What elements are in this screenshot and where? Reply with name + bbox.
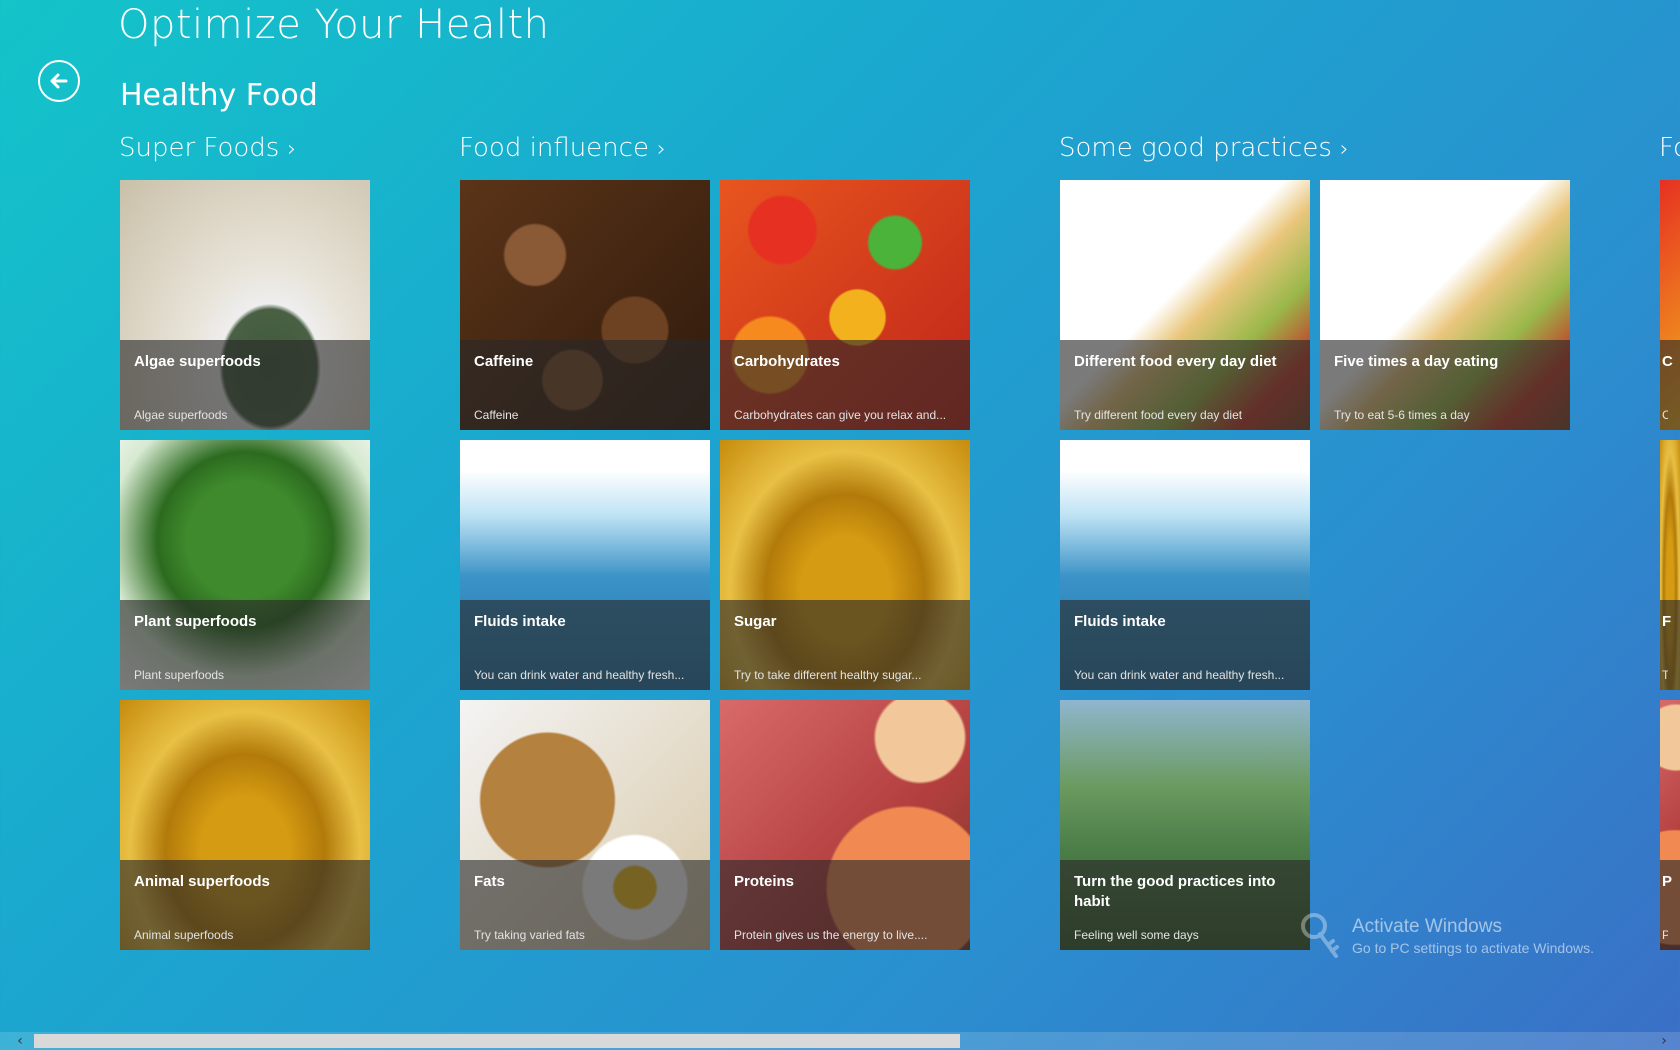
chevron-right-icon: › (656, 137, 666, 162)
tile-subtitle: Try different food every day diet (1074, 408, 1243, 422)
tile-caption: Plant superfoods Plant superfoods (120, 600, 370, 690)
tile-title: F (1662, 613, 1672, 630)
tile-animal-superfoods[interactable]: Animal superfoods Animal superfoods (120, 700, 370, 950)
tile-subtitle: Plant superfoods (134, 668, 225, 682)
tile-caption: Fluids intake You can drink water and he… (460, 600, 710, 690)
tile-next-group-2[interactable]: F T (1660, 440, 1680, 690)
scrollbar-thumb[interactable] (34, 1034, 960, 1048)
tile-title: Plant superfoods (134, 613, 257, 630)
tile-fats[interactable]: Fats Try taking varied fats (460, 700, 710, 950)
tile-subtitle: Protein gives us the energy to live.... (734, 928, 928, 942)
tile-title: Algae superfoods (134, 353, 261, 370)
group-header-cut-off[interactable]: Fo (1659, 133, 1680, 163)
activate-windows-watermark: Activate Windows Go to PC settings to ac… (1352, 916, 1594, 956)
tile-caffeine[interactable]: Caffeine Caffeine (460, 180, 710, 430)
group-header-super-foods[interactable]: Super Foods › (119, 133, 296, 163)
tile-title: Turn the good practices into habit (1074, 873, 1276, 910)
group-header-label: Food influence (459, 133, 649, 163)
tile-caption: Proteins Protein gives us the energy to … (720, 860, 970, 950)
tile-subtitle: Algae superfoods (134, 408, 228, 422)
tile-title: Proteins (734, 873, 795, 890)
tile-next-group-3[interactable]: P P (1660, 700, 1680, 950)
key-icon (1301, 913, 1339, 958)
tile-subtitle: Caffeine (474, 408, 519, 422)
chevron-right-icon: › (1339, 137, 1349, 162)
tile-different-food-diet[interactable]: Different food every day diet Try differ… (1060, 180, 1310, 430)
scroll-left-arrow-icon[interactable]: ‹ (10, 1032, 30, 1050)
tile-title: Carbohydrates (734, 353, 840, 370)
tile-subtitle: Try taking varied fats (474, 928, 585, 942)
tile-plant-superfoods[interactable]: Plant superfoods Plant superfoods (120, 440, 370, 690)
page-title: Healthy Food (120, 78, 318, 113)
tile-subtitle: P (1662, 928, 1668, 942)
tile-subtitle: You can drink water and healthy fresh... (1074, 668, 1285, 682)
tile-subtitle: Feeling well some days (1074, 928, 1199, 942)
watermark-title: Activate Windows (1352, 916, 1502, 937)
tile-caption: Turn the good practices into habit Feeli… (1060, 860, 1310, 950)
tile-caption: F T (1660, 600, 1680, 690)
tile-title: Fluids intake (474, 613, 566, 630)
tile-caption: Fluids intake You can drink water and he… (1060, 600, 1310, 690)
tile-caption: C C (1660, 340, 1680, 430)
tile-caption: Caffeine Caffeine (460, 340, 710, 430)
tile-subtitle: C (1662, 408, 1668, 422)
horizontal-scrollbar[interactable]: ‹ › (0, 1032, 1680, 1050)
tile-caption: Fats Try taking varied fats (460, 860, 710, 950)
tile-good-practices-habit[interactable]: Turn the good practices into habit Feeli… (1060, 700, 1310, 950)
tile-subtitle: You can drink water and healthy fresh... (474, 668, 685, 682)
tile-caption: Algae superfoods Algae superfoods (120, 340, 370, 430)
tile-proteins[interactable]: Proteins Protein gives us the energy to … (720, 700, 970, 950)
back-button[interactable] (38, 60, 80, 102)
tile-subtitle: Animal superfoods (134, 928, 234, 942)
tile-subtitle: Carbohydrates can give you relax and... (734, 408, 947, 422)
tile-fluids-intake[interactable]: Fluids intake You can drink water and he… (460, 440, 710, 690)
tile-title: Five times a day eating (1334, 353, 1499, 370)
back-arrow-icon (50, 73, 68, 89)
tile-caption: Different food every day diet Try differ… (1060, 340, 1310, 430)
tile-title: Caffeine (474, 353, 534, 370)
tile-title: Fats (474, 873, 505, 890)
group-header-good-practices[interactable]: Some good practices › (1059, 133, 1349, 163)
tile-title: Animal superfoods (134, 873, 270, 890)
group-header-food-influence[interactable]: Food influence › (459, 133, 666, 163)
tile-fluids-intake-practice[interactable]: Fluids intake You can drink water and he… (1060, 440, 1310, 690)
tile-title: Different food every day diet (1074, 353, 1277, 370)
tile-title: C (1662, 353, 1673, 370)
group-header-label: Fo (1659, 133, 1680, 163)
tile-subtitle: Try to eat 5-6 times a day (1334, 408, 1470, 422)
tile-caption: Animal superfoods Animal superfoods (120, 860, 370, 950)
tile-caption: Sugar Try to take different healthy suga… (720, 600, 970, 690)
tile-title: Sugar (734, 613, 777, 630)
group-header-label: Super Foods (119, 133, 280, 163)
tile-five-times-a-day[interactable]: Five times a day eating Try to eat 5-6 t… (1320, 180, 1570, 430)
tile-carbohydrates[interactable]: Carbohydrates Carbohydrates can give you… (720, 180, 970, 430)
tile-caption: P P (1660, 860, 1680, 950)
tile-algae-superfoods[interactable]: Algae superfoods Algae superfoods (120, 180, 370, 430)
app-title: Optimize Your Health (118, 2, 550, 48)
tile-next-group-1[interactable]: C C (1660, 180, 1680, 430)
scroll-right-arrow-icon[interactable]: › (1654, 1032, 1674, 1050)
group-header-label: Some good practices (1059, 133, 1332, 163)
tile-title: P (1662, 873, 1673, 890)
tile-caption: Five times a day eating Try to eat 5-6 t… (1320, 340, 1570, 430)
tile-subtitle: T (1662, 668, 1668, 682)
chevron-right-icon: › (287, 137, 297, 162)
tile-subtitle: Try to take different healthy sugar... (734, 668, 922, 682)
tile-sugar[interactable]: Sugar Try to take different healthy suga… (720, 440, 970, 690)
tile-caption: Carbohydrates Carbohydrates can give you… (720, 340, 970, 430)
tile-title: Fluids intake (1074, 613, 1166, 630)
watermark-subtitle: Go to PC settings to activate Windows. (1352, 940, 1594, 956)
